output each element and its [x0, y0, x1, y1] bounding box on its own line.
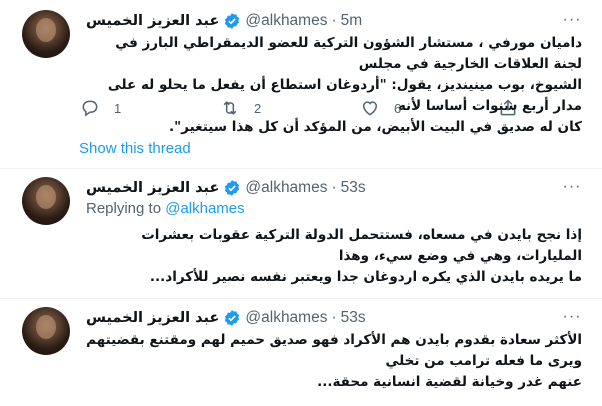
avatar[interactable]	[22, 307, 70, 355]
verified-badge-icon	[225, 310, 240, 326]
tweet-3[interactable]: عبد العزيز الخميس @alkhames · 53s ··· ال…	[0, 299, 602, 406]
separator-dot: ·	[331, 309, 337, 326]
author-handle[interactable]: @alkhames	[245, 309, 327, 327]
tweet-text-line: ما يريده بايدن الذي يكره اردوغان جدا ويع…	[149, 269, 582, 285]
timestamp[interactable]: 53s	[341, 309, 366, 327]
tweet-text-line: إذا نجح بايدن في مسعاه، فستتحمل الدولة ا…	[141, 227, 582, 264]
share-button[interactable]	[498, 96, 518, 120]
reply-button[interactable]: 1	[80, 96, 121, 120]
reply-icon	[82, 100, 98, 117]
more-icon[interactable]: ···	[562, 307, 582, 327]
timestamp[interactable]: 53s	[341, 179, 366, 197]
tweet-text: الأكثر سعادة بقدوم بايدن هم الأكراد فهو …	[84, 330, 582, 393]
retweet-count: 2	[254, 100, 262, 116]
tweet-text-line: الأكثر سعادة بقدوم بايدن هم الأكراد فهو …	[86, 332, 582, 369]
author-name[interactable]: عبد العزيز الخميس	[86, 310, 219, 326]
tweet-text-line: داميان مورفي ، مستشار الشؤون التركية للع…	[115, 35, 582, 72]
share-icon	[500, 99, 516, 116]
more-icon[interactable]: ···	[562, 10, 582, 30]
tweet-header: عبد العزيز الخميس @alkhames · 53s	[86, 307, 366, 329]
author-handle[interactable]: @alkhames	[245, 179, 327, 197]
tweet-text-line: عنهم غدر وخيانة لقضية انسانية محقة...	[317, 374, 582, 390]
replying-to-mention[interactable]: @alkhames	[165, 200, 244, 217]
tweet-text: إذا نجح بايدن في مسعاه، فستتحمل الدولة ا…	[84, 225, 582, 288]
avatar[interactable]	[22, 177, 70, 225]
author-handle[interactable]: @alkhames	[245, 12, 327, 30]
separator-dot: ·	[331, 12, 337, 29]
verified-badge-icon	[225, 13, 240, 29]
tweet-actions: 1 2 6	[80, 96, 516, 120]
retweet-button[interactable]: 2	[220, 96, 261, 120]
replying-to-label: Replying to	[86, 200, 162, 217]
replying-to: Replying to @alkhames	[86, 200, 245, 220]
more-icon[interactable]: ···	[562, 177, 582, 197]
reply-count: 1	[114, 100, 122, 116]
author-name[interactable]: عبد العزيز الخميس	[86, 180, 219, 196]
tweet-1[interactable]: عبد العزيز الخميس @alkhames · 5m ··· دام…	[0, 0, 602, 164]
separator-dot: ·	[331, 179, 337, 196]
tweet-header: عبد العزيز الخميس @alkhames · 53s	[86, 177, 366, 199]
tweet-2[interactable]: عبد العزيز الخميس @alkhames · 53s ··· Re…	[0, 169, 602, 297]
author-name[interactable]: عبد العزيز الخميس	[86, 13, 219, 29]
timestamp[interactable]: 5m	[341, 12, 363, 30]
tweet-text: داميان مورفي ، مستشار الشؤون التركية للع…	[84, 33, 582, 138]
like-button[interactable]: 6	[360, 96, 401, 120]
tweet-header: عبد العزيز الخميس @alkhames · 5m	[86, 10, 362, 32]
verified-badge-icon	[225, 180, 240, 196]
tweet-text-line: كان له صديق في البيت الأبيض، من المؤكد أ…	[169, 119, 582, 135]
like-count: 6	[394, 100, 402, 116]
like-icon	[362, 101, 378, 116]
avatar[interactable]	[22, 10, 70, 58]
retweet-icon	[223, 101, 237, 115]
show-thread-link[interactable]: Show this thread	[79, 140, 191, 157]
